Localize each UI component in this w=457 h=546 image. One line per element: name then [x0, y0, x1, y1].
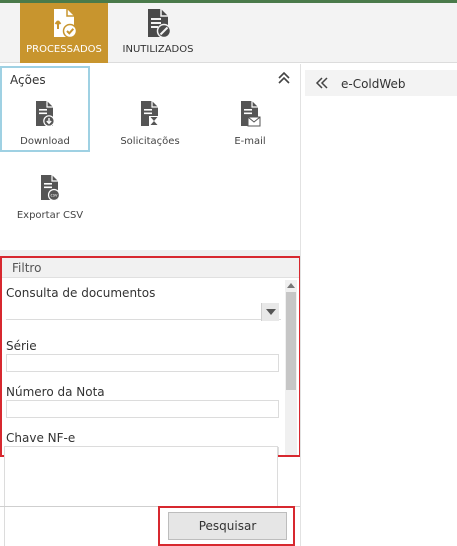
- chave-nfe-label: Chave NF-e: [6, 431, 76, 445]
- download-label: Download: [20, 136, 70, 147]
- right-panel-title: e-ColdWeb: [341, 77, 406, 91]
- ribbon-tabs: PROCESSADOS INUTILIZADOS: [0, 3, 457, 63]
- email-button[interactable]: E-mail: [206, 94, 294, 166]
- tab-processados-label: PROCESSADOS: [26, 44, 102, 55]
- filtro-section: Filtro Consulta de documentos Série Núme…: [0, 256, 301, 457]
- search-button-wrapper: Pesquisar: [158, 506, 295, 546]
- document-download-icon: [36, 101, 55, 127]
- right-panel-header: e-ColdWeb: [305, 70, 457, 96]
- filtro-title: Filtro: [12, 261, 42, 275]
- solicitacoes-button[interactable]: Solicitações: [106, 94, 194, 166]
- consulta-documentos-select[interactable]: [6, 302, 281, 321]
- collapse-up-icon[interactable]: [276, 70, 292, 86]
- document-blocked-icon: [148, 9, 172, 39]
- chevron-down-icon[interactable]: [261, 303, 279, 321]
- scroll-up-icon[interactable]: [285, 280, 297, 290]
- download-button[interactable]: Download: [0, 66, 90, 152]
- filtro-scrollbar[interactable]: [285, 280, 297, 455]
- document-csv-icon: csv: [41, 175, 61, 202]
- exportar-csv-button[interactable]: csv Exportar CSV: [6, 168, 94, 240]
- email-label: E-mail: [234, 136, 266, 147]
- tab-processados[interactable]: PROCESSADOS: [20, 3, 108, 63]
- document-hourglass-icon: [141, 101, 159, 126]
- right-panel: e-ColdWeb: [300, 64, 457, 546]
- expand-left-icon[interactable]: [315, 76, 329, 90]
- tab-inutilizados[interactable]: INUTILIZADOS: [115, 3, 201, 63]
- serie-input[interactable]: [6, 354, 279, 372]
- numero-nota-input[interactable]: [6, 400, 279, 418]
- consulta-documentos-label: Consulta de documentos: [6, 286, 156, 300]
- scroll-thumb[interactable]: [286, 292, 296, 390]
- solicitacoes-label: Solicitações: [120, 136, 180, 147]
- serie-label: Série: [6, 339, 37, 353]
- csv-badge: csv: [51, 193, 58, 198]
- pesquisar-button[interactable]: Pesquisar: [168, 512, 287, 540]
- left-panel: Ações Download Solicitações E-mail csv E…: [0, 64, 301, 546]
- numero-nota-label: Número da Nota: [6, 385, 105, 399]
- document-mail-icon: [241, 101, 261, 127]
- tab-inutilizados-label: INUTILIZADOS: [122, 44, 194, 55]
- exportar-csv-label: Exportar CSV: [16, 210, 84, 221]
- document-check-icon: [54, 9, 78, 39]
- filtro-header: Filtro: [2, 258, 299, 278]
